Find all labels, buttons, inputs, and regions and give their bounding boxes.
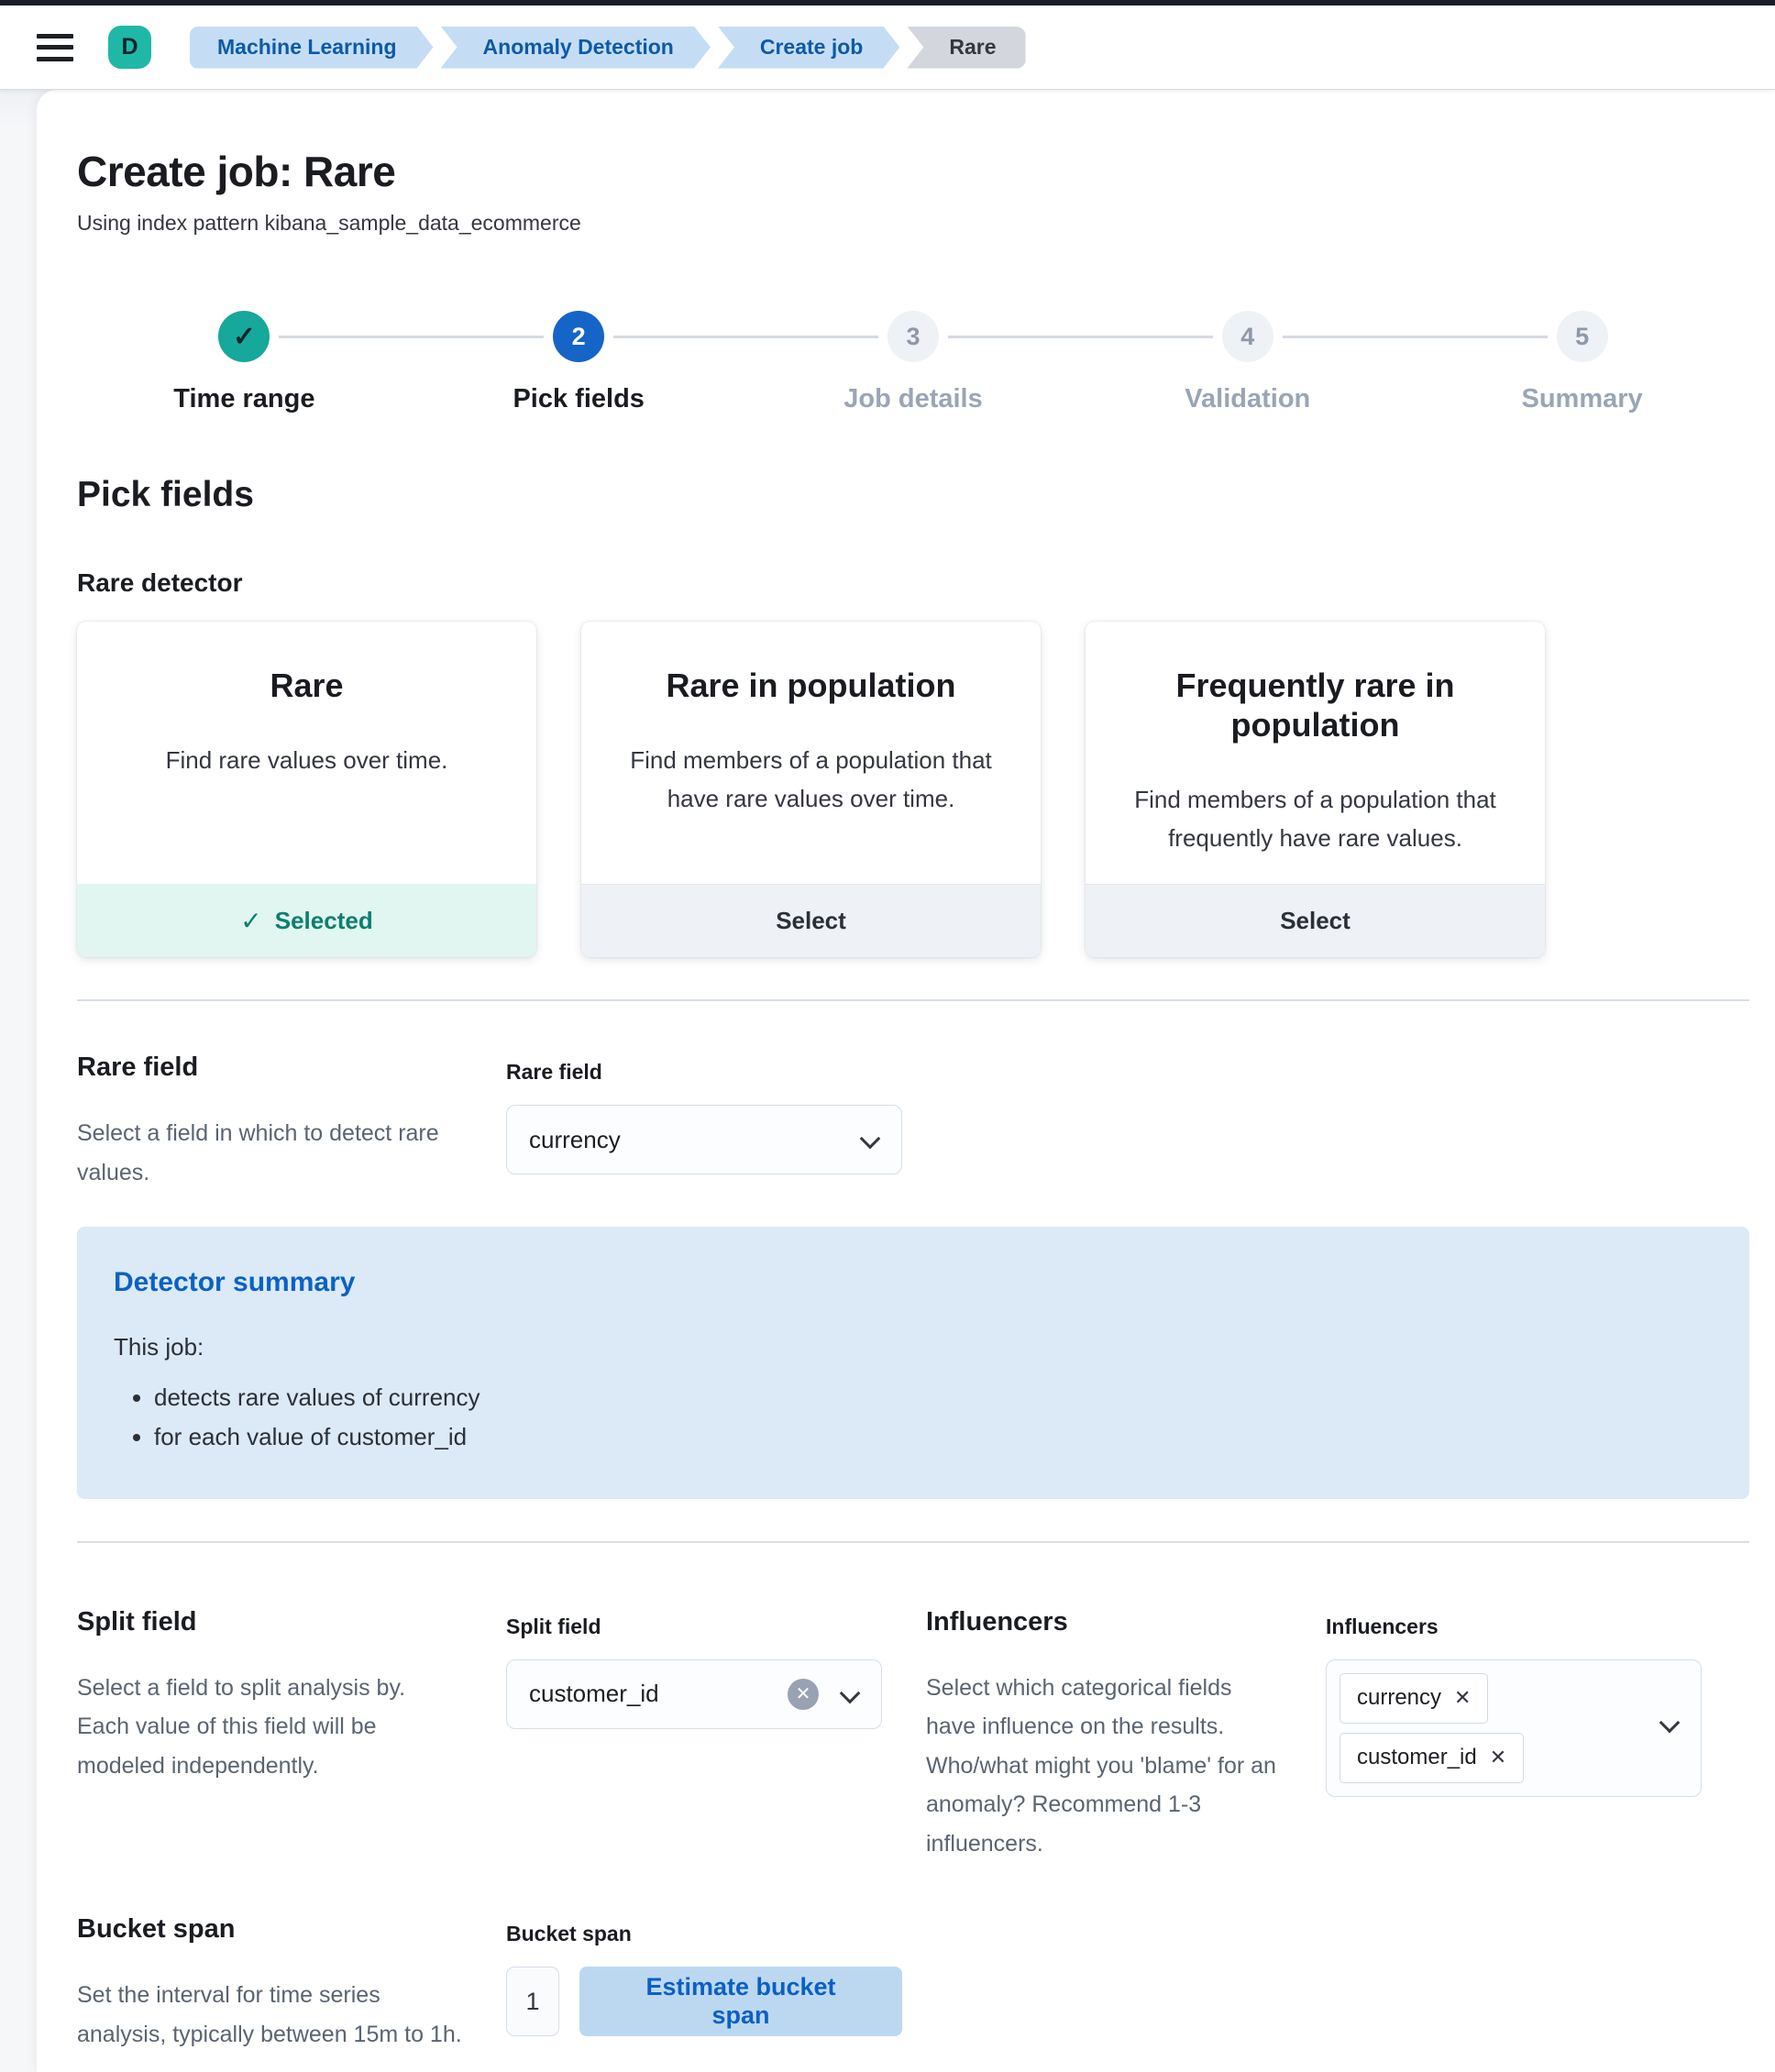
influencers-combobox[interactable]: currency ✕ customer_id ✕ bbox=[1326, 1659, 1702, 1797]
split-and-influencers-row: Split field Select a field to split anal… bbox=[77, 1607, 1749, 1864]
frequently-rare-select-button[interactable]: Select bbox=[1086, 884, 1545, 957]
step-label: Summary bbox=[1522, 384, 1643, 414]
bucket-span-heading: Bucket span bbox=[77, 1914, 462, 1945]
top-navigation-bar: D Machine Learning Anomaly Detection Cre… bbox=[0, 6, 1775, 90]
rare-field-heading: Rare field bbox=[77, 1053, 462, 1083]
card-description: Find members of a population that freque… bbox=[1120, 781, 1510, 857]
remove-tag-icon[interactable]: ✕ bbox=[1454, 1686, 1471, 1710]
step-number: 3 bbox=[888, 311, 939, 362]
rare-field-label: Rare field bbox=[506, 1060, 902, 1085]
section-divider bbox=[77, 1541, 1749, 1543]
card-action-label: Selected bbox=[275, 907, 373, 935]
split-field-heading: Split field bbox=[77, 1607, 462, 1637]
influencer-tag-currency: currency ✕ bbox=[1340, 1673, 1488, 1724]
tag-label: customer_id bbox=[1357, 1745, 1477, 1770]
influencers-description: Select which categorical fields have inf… bbox=[926, 1669, 1282, 1864]
create-job-panel: Create job: Rare Using index pattern kib… bbox=[37, 90, 1775, 2072]
step-job-details[interactable]: 3 Job details bbox=[746, 311, 1081, 414]
detector-card-group: Rare Find rare values over time. ✓ Selec… bbox=[77, 622, 1749, 957]
influencers-heading: Influencers bbox=[926, 1607, 1282, 1637]
detector-card-rare: Rare Find rare values over time. ✓ Selec… bbox=[77, 622, 536, 957]
rare-field-select[interactable]: currency bbox=[506, 1105, 902, 1174]
detector-summary-intro: This job: bbox=[114, 1333, 1713, 1361]
split-field-combobox[interactable]: customer_id ✕ bbox=[506, 1659, 882, 1729]
page-title: Create job: Rare bbox=[77, 147, 1749, 196]
rare-detector-heading: Rare detector bbox=[77, 568, 1749, 598]
bucket-span-row: Bucket span Set the interval for time se… bbox=[77, 1914, 1749, 2054]
split-field-value: customer_id bbox=[529, 1680, 659, 1708]
section-divider bbox=[77, 999, 1749, 1001]
step-label: Job details bbox=[843, 384, 983, 414]
rare-selected-button[interactable]: ✓ Selected bbox=[77, 884, 536, 957]
estimate-bucket-span-button[interactable]: Estimate bucket span bbox=[579, 1967, 902, 2036]
rare-field-row: Rare field Select a field in which to de… bbox=[77, 1053, 1749, 1192]
breadcrumb: Machine Learning Anomaly Detection Creat… bbox=[190, 27, 1026, 69]
index-pattern-subtitle: Using index pattern kibana_sample_data_e… bbox=[77, 211, 1749, 236]
breadcrumb-machine-learning[interactable]: Machine Learning bbox=[190, 27, 434, 69]
remove-tag-icon[interactable]: ✕ bbox=[1490, 1746, 1506, 1769]
influencer-tag-customer-id: customer_id ✕ bbox=[1340, 1733, 1524, 1783]
split-field-label: Split field bbox=[506, 1615, 882, 1639]
summary-bullet: detects rare values of currency bbox=[154, 1378, 1713, 1417]
chevron-down-icon bbox=[840, 1682, 861, 1703]
detector-card-frequently-rare: Frequently rare in population Find membe… bbox=[1086, 622, 1545, 957]
card-description: Find members of a population that have r… bbox=[616, 742, 1006, 818]
chevron-down-icon bbox=[1659, 1712, 1681, 1733]
step-summary[interactable]: 5 Summary bbox=[1415, 311, 1749, 414]
card-title: Rare bbox=[112, 666, 502, 705]
split-field-description: Select a field to split analysis by. Eac… bbox=[77, 1669, 462, 1786]
detector-summary-list: detects rare values of currency for each… bbox=[154, 1378, 1713, 1457]
detector-summary-callout: Detector summary This job: detects rare … bbox=[77, 1227, 1749, 1499]
pick-fields-heading: Pick fields bbox=[77, 475, 1749, 515]
breadcrumb-anomaly-detection[interactable]: Anomaly Detection bbox=[441, 27, 711, 69]
summary-bullet: for each value of customer_id bbox=[154, 1417, 1713, 1457]
check-icon: ✓ bbox=[240, 906, 261, 936]
step-label: Time range bbox=[173, 384, 314, 414]
step-label: Validation bbox=[1185, 384, 1310, 414]
step-check-icon: ✓ bbox=[218, 311, 270, 362]
tag-label: currency bbox=[1357, 1685, 1441, 1711]
card-action-label: Select bbox=[776, 907, 846, 935]
step-number: 5 bbox=[1557, 311, 1608, 362]
breadcrumb-create-job[interactable]: Create job bbox=[718, 27, 899, 69]
bucket-span-description: Set the interval for time series analysi… bbox=[77, 1976, 462, 2054]
detector-summary-title: Detector summary bbox=[114, 1267, 1713, 1298]
breadcrumb-rare-current: Rare bbox=[907, 27, 1025, 69]
step-time-range[interactable]: ✓ Time range bbox=[77, 311, 412, 414]
detector-card-rare-in-population: Rare in population Find members of a pop… bbox=[581, 622, 1041, 957]
chevron-down-icon bbox=[860, 1129, 881, 1150]
rare-field-description: Select a field in which to detect rare v… bbox=[77, 1114, 462, 1192]
space-avatar[interactable]: D bbox=[108, 26, 151, 69]
bucket-span-label: Bucket span bbox=[506, 1922, 902, 1946]
rare-in-population-select-button[interactable]: Select bbox=[581, 884, 1041, 957]
influencers-label: Influencers bbox=[1326, 1615, 1702, 1639]
clear-selection-icon[interactable]: ✕ bbox=[788, 1679, 819, 1710]
wizard-stepper: ✓ Time range 2 Pick fields 3 Job details… bbox=[77, 311, 1749, 414]
step-number: 2 bbox=[553, 311, 604, 362]
step-label: Pick fields bbox=[513, 384, 644, 414]
step-number: 4 bbox=[1222, 311, 1273, 362]
step-pick-fields[interactable]: 2 Pick fields bbox=[412, 311, 746, 414]
card-title: Rare in population bbox=[616, 666, 1006, 705]
menu-hamburger-icon[interactable] bbox=[37, 34, 73, 61]
bucket-span-input[interactable] bbox=[506, 1967, 559, 2036]
step-validation[interactable]: 4 Validation bbox=[1080, 311, 1415, 414]
card-action-label: Select bbox=[1280, 907, 1351, 935]
card-title: Frequently rare in population bbox=[1120, 666, 1510, 744]
card-description: Find rare values over time. bbox=[112, 742, 502, 780]
rare-field-value: currency bbox=[529, 1126, 621, 1154]
